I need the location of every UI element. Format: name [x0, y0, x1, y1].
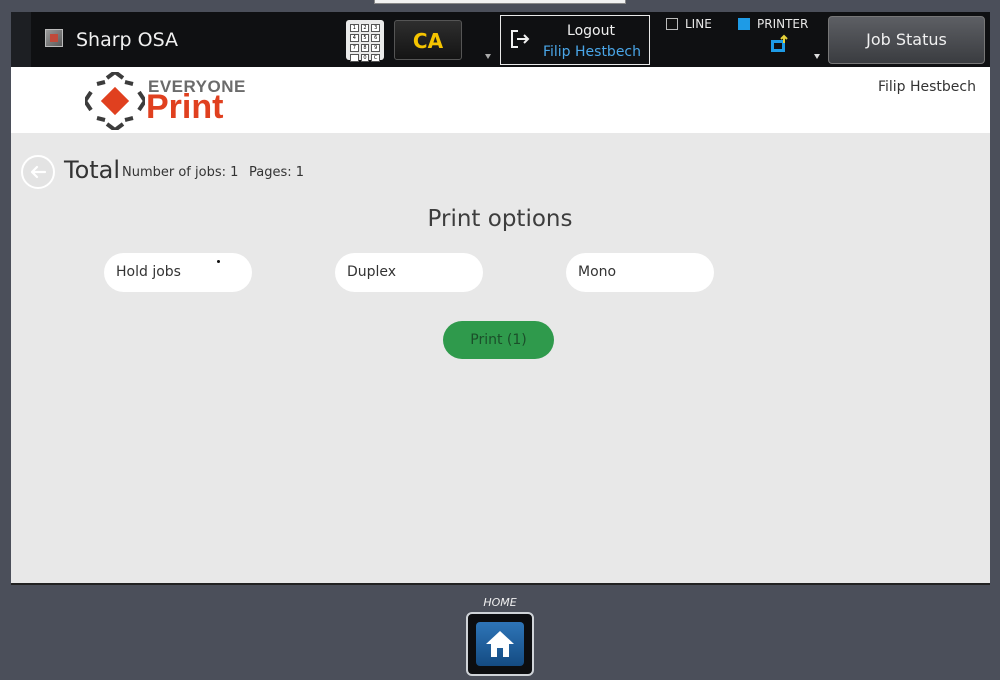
logout-label: Logout	[567, 23, 615, 39]
print-button[interactable]: Print (1)	[443, 321, 554, 359]
page-count: Pages: 1	[249, 165, 305, 180]
keypad-key: 2	[360, 24, 370, 32]
home-button[interactable]	[466, 612, 534, 676]
keypad-key: 9	[371, 44, 380, 52]
line-label: LINE	[685, 17, 712, 31]
keypad-key: 4	[350, 34, 359, 42]
main-panel	[11, 133, 990, 585]
keypad-button[interactable]: 1 2 3 4 5 6 7 8 9 0 C	[346, 20, 384, 62]
print-options-title: Print options	[427, 206, 573, 232]
option-hold-jobs[interactable]: Hold jobs	[104, 253, 252, 292]
total-label: Total	[64, 156, 121, 184]
printer-status-icon[interactable]	[768, 34, 790, 56]
line-checkbox[interactable]	[666, 18, 678, 30]
app-title: Sharp OSA	[76, 29, 179, 51]
keypad-key: 8	[360, 44, 370, 52]
everyone-print-logo-icon	[85, 72, 145, 130]
app-icon	[45, 29, 63, 47]
logout-icon	[511, 30, 530, 48]
status-bar-edge	[11, 12, 31, 67]
option-mono[interactable]: Mono	[566, 253, 714, 292]
window-top-strip	[374, 0, 626, 4]
keypad-key	[350, 54, 359, 62]
cursor-dot	[217, 260, 220, 263]
keypad-key: 6	[371, 34, 380, 42]
option-duplex[interactable]: Duplex	[335, 253, 483, 292]
keypad-key: 1	[350, 24, 359, 32]
printer-checkbox[interactable]	[738, 18, 750, 30]
logout-user-name: Filip Hestbech	[542, 44, 642, 60]
home-label: HOME	[483, 596, 517, 609]
back-arrow-icon	[30, 165, 47, 179]
job-count: Number of jobs: 1	[122, 165, 239, 180]
job-status-button[interactable]: Job Status	[828, 16, 985, 64]
clear-all-button[interactable]: CA	[394, 20, 462, 60]
home-button-face	[476, 622, 524, 666]
printer-label: PRINTER	[757, 17, 809, 31]
keypad-key: 3	[371, 24, 380, 32]
home-icon	[486, 631, 514, 657]
keypad-key: 0	[360, 54, 370, 62]
header-user-name: Filip Hestbech	[877, 79, 976, 95]
keypad-key: C	[371, 54, 380, 62]
back-button[interactable]	[21, 155, 55, 189]
keypad-key: 7	[350, 44, 359, 52]
dropdown-arrow-icon[interactable]	[485, 54, 491, 59]
logout-button[interactable]: Logout Filip Hestbech	[500, 15, 650, 65]
printer-dropdown-icon[interactable]	[814, 54, 820, 59]
keypad-key: 5	[360, 34, 370, 42]
logo-text-print: Print	[146, 88, 224, 126]
